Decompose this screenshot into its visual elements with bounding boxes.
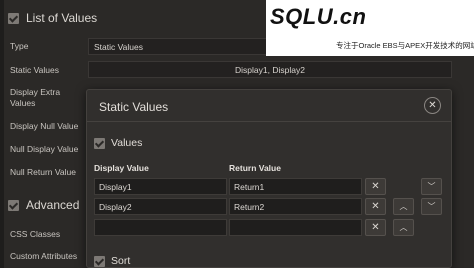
watermark-logo: SQLU.cn	[270, 4, 367, 29]
type-field[interactable]: Static Values	[88, 38, 268, 55]
static-values-dialog: Static Values ✕ Values Display Value Ret…	[86, 89, 452, 268]
display-value-input[interactable]	[94, 219, 227, 236]
move-down-button[interactable]: ﹀	[421, 198, 442, 215]
move-down-button[interactable]: ﹀	[421, 178, 442, 195]
sort-section-header[interactable]: Sort	[94, 255, 130, 267]
return-value-input[interactable]: Return2	[229, 198, 362, 215]
column-header-return-value: Return Value	[229, 163, 281, 173]
column-header-display-value: Display Value	[94, 163, 149, 173]
return-value-input[interactable]: Return1	[229, 178, 362, 195]
prop-label-type: Type	[10, 41, 29, 51]
checkbox-icon[interactable]	[94, 255, 105, 267]
dialog-title: Static Values	[99, 100, 169, 114]
prop-label-null-display-value: Null Display Value	[10, 144, 79, 154]
display-value-input[interactable]: Display1	[94, 178, 227, 195]
prop-label-display-null-value: Display Null Value	[10, 121, 79, 131]
values-section-header[interactable]: Values	[94, 137, 142, 149]
move-up-button[interactable]: ︿	[393, 198, 414, 215]
return-value-input[interactable]	[229, 219, 362, 236]
group-title: Advanced	[26, 198, 80, 212]
remove-row-button[interactable]: ✕	[365, 198, 386, 215]
section-title: Values	[111, 137, 143, 149]
left-edge	[0, 0, 4, 268]
checkbox-icon[interactable]	[8, 199, 19, 211]
remove-row-button[interactable]: ✕	[365, 219, 386, 236]
move-up-button[interactable]: ︿	[393, 219, 414, 236]
remove-row-button[interactable]: ✕	[365, 178, 386, 195]
watermark-subtitle: 专注于Oracle EBS与APEX开发技术的网站	[336, 41, 474, 50]
checkbox-icon[interactable]	[8, 12, 19, 24]
watermark: SQLU.cn 专注于Oracle EBS与APEX开发技术的网站	[266, 0, 474, 56]
section-title: Sort	[111, 255, 131, 267]
static-values-field[interactable]: Display1, Display2	[88, 61, 452, 78]
prop-label-css-classes: CSS Classes	[10, 229, 61, 239]
prop-label-custom-attributes: Custom Attributes	[10, 251, 78, 261]
display-value-input[interactable]: Display2	[94, 198, 227, 215]
list-of-values-group[interactable]: List of Values	[8, 11, 97, 25]
prop-label-static-values: Static Values	[10, 65, 59, 75]
advanced-group[interactable]: Advanced	[8, 198, 79, 212]
prop-label-null-return-value: Null Return Value	[10, 167, 76, 177]
prop-label-display-extra-values: Display Extra Values	[10, 87, 61, 108]
checkbox-icon[interactable]	[94, 137, 105, 149]
group-title: List of Values	[26, 11, 98, 25]
dialog-divider	[87, 121, 451, 122]
close-icon[interactable]: ✕	[424, 97, 441, 114]
